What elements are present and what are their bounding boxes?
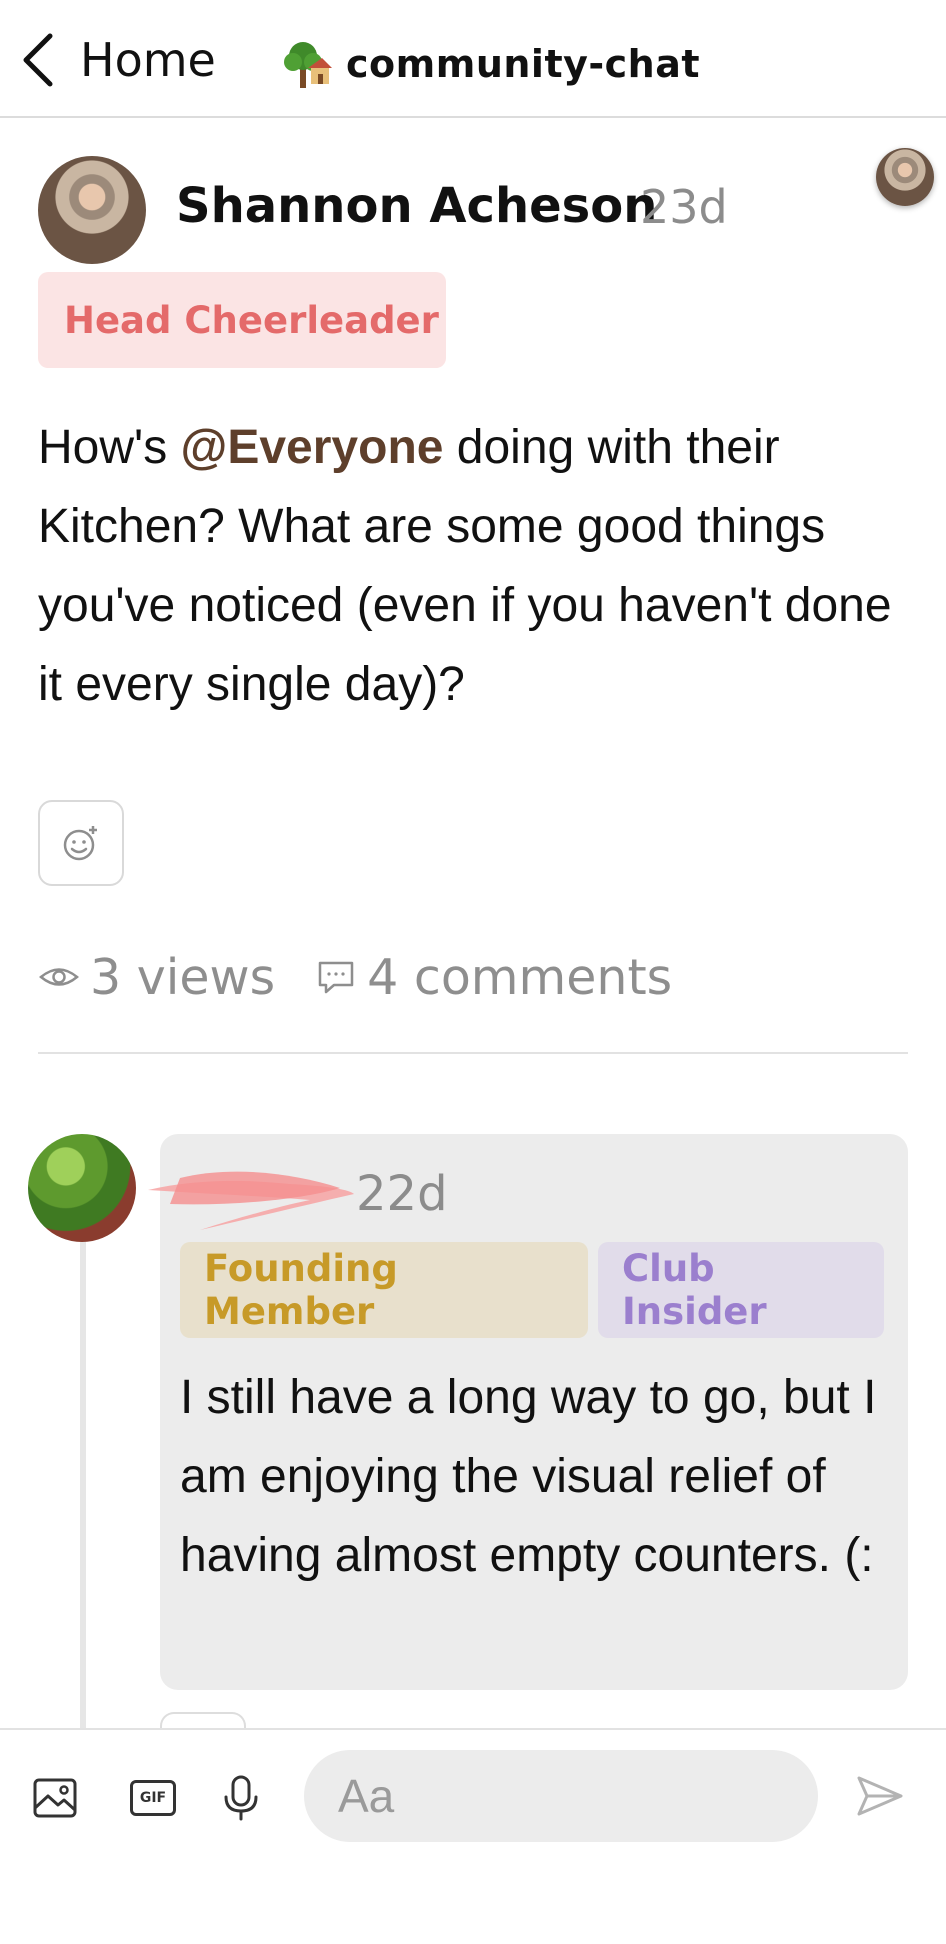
send-button[interactable] [854,1770,906,1822]
divider [38,1052,908,1054]
post-stats: 3 views 4 comments [38,944,672,1010]
image-upload-button[interactable] [30,1770,80,1826]
back-button[interactable]: Home [18,28,216,92]
microphone-icon [224,1775,258,1821]
comments-count: 4 comments [367,948,673,1006]
eye-icon [39,968,79,986]
views-count: 3 views [90,948,276,1006]
gif-button[interactable]: GIF [128,1770,178,1826]
add-emoji-icon [63,826,97,861]
voice-message-button[interactable] [216,1770,266,1826]
thread-line [80,1232,86,1732]
mention-link[interactable]: @Everyone [181,421,444,474]
club-insider-badge: Club Insider [598,1242,884,1338]
author-name[interactable]: Shannon Acheson [176,178,657,234]
comment-icon [318,961,354,994]
channel-name: community-chat [346,42,701,86]
message-input[interactable] [304,1750,818,1842]
current-user-avatar[interactable] [876,148,934,206]
channel-title: community-chat [280,32,700,96]
post-timestamp: 23d [640,180,728,234]
chevron-left-icon [23,33,53,87]
commenter-avatar[interactable] [28,1134,136,1242]
role-badge: Head Cheerleader [38,272,446,368]
tree-house-icon [284,42,332,88]
comments-stat[interactable]: 4 comments [315,949,672,1006]
gif-icon: GIF [130,1780,176,1816]
post-body-text: How's [38,421,181,474]
image-icon [33,1778,77,1818]
add-reaction-button[interactable] [38,800,124,886]
founding-member-badge: Founding Member [180,1242,588,1338]
views-stat: 3 views [38,949,275,1006]
post-body: How's @Everyone doing with their Kitchen… [38,408,908,724]
comment-body: I still have a long way to go, but I am … [180,1371,877,1582]
send-icon [857,1776,903,1816]
back-label: Home [80,33,216,87]
author-avatar[interactable] [38,156,146,264]
comment-timestamp: 22d [356,1166,448,1222]
top-bar: Home community-chat [0,0,946,118]
